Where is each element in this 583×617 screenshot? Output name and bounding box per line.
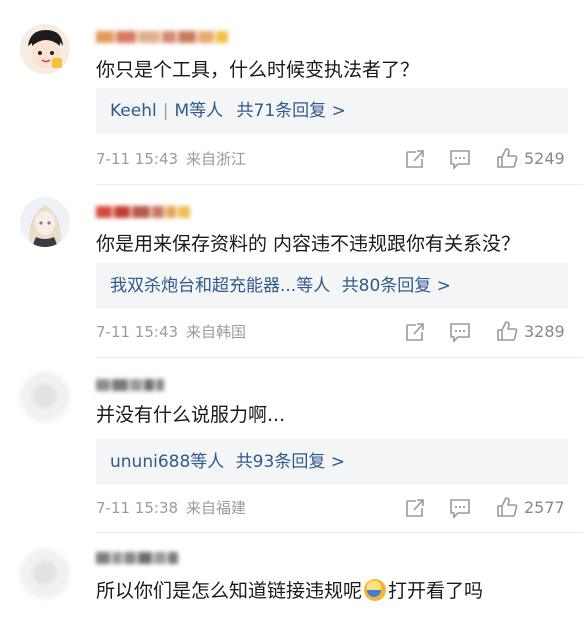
avatar[interactable] [20, 372, 70, 422]
avatar[interactable] [20, 197, 70, 247]
comment-item: 你只是个工具，什么时候变执法者了？ Keehl | M等人 共71条回复 > 7-1… [0, 0, 583, 185]
thumbs-up-icon[interactable] [496, 147, 518, 169]
avatar-image [20, 549, 70, 599]
avatar[interactable] [20, 24, 70, 74]
comment-feed: 你只是个工具，什么时候变执法者了？ Keehl | M等人 共71条回复 > 7-1… [0, 0, 583, 617]
comment-date: 7-11 15:38 [96, 499, 179, 517]
comment-text: 所以你们是怎么知道链接违规呢 打开看了吗 [96, 579, 483, 603]
comment-date: 7-11 15:43 [96, 323, 179, 341]
avatar[interactable] [20, 549, 70, 599]
comment-meta: 7-11 15:38 来自福建 [96, 498, 246, 518]
divider [96, 357, 583, 358]
comment-text: 你只是个工具，什么时候变执法者了？ [96, 59, 420, 81]
comment-text: 并没有什么说服力啊... [96, 404, 286, 426]
like-count: 3289 [524, 322, 565, 341]
share-icon[interactable] [404, 148, 426, 170]
comment-icon[interactable] [449, 321, 471, 343]
comment-source: 来自浙江 [186, 150, 247, 168]
avatar-image [20, 372, 70, 422]
share-icon[interactable] [404, 497, 426, 519]
divider [96, 532, 583, 533]
comment-text-part: 打开看了吗 [388, 580, 484, 602]
username-blurred[interactable] [96, 201, 192, 219]
reply-names: Keehl [110, 101, 157, 121]
reply-names: 我双杀炮台和超充能器...等人 [110, 276, 331, 296]
reply-separator: | [162, 101, 169, 121]
thumbs-up-icon[interactable] [496, 320, 518, 342]
comment-meta: 7-11 15:43 来自韩国 [96, 322, 246, 342]
reply-names-2: M等人 [174, 101, 224, 121]
reply-count: 共80条回复 > [341, 276, 451, 296]
crying-laugh-emoji-icon [364, 579, 387, 601]
like-count: 5249 [524, 149, 565, 168]
comment-text-part: 所以你们是怎么知道链接违规呢 [96, 580, 363, 602]
username-blurred[interactable] [96, 374, 166, 392]
avatar-image [20, 197, 70, 247]
username-blurred[interactable] [96, 547, 180, 565]
like-count: 2577 [524, 498, 565, 517]
reply-count: 共71条回复 > [236, 101, 346, 121]
reply-names: ununi688等人 [110, 452, 225, 472]
username-blurred[interactable] [96, 26, 230, 44]
reply-summary-link[interactable]: ununi688等人 共93条回复 > [96, 439, 568, 485]
share-icon[interactable] [404, 321, 426, 343]
comment-source: 来自韩国 [186, 323, 247, 341]
comment-meta: 7-11 15:43 来自浙江 [96, 149, 246, 169]
comment-source: 来自福建 [186, 499, 247, 517]
comment-text: 你是用来保存资料的 内容违不违规跟你有关系没？ [96, 233, 521, 255]
reply-summary-link[interactable]: 我双杀炮台和超充能器...等人 共80条回复 > [96, 263, 568, 309]
comment-icon[interactable] [449, 148, 471, 170]
reply-count: 共93条回复 > [235, 452, 345, 472]
reply-summary-link[interactable]: Keehl | M等人 共71条回复 > [96, 88, 568, 134]
thumbs-up-icon[interactable] [496, 496, 518, 518]
avatar-image [20, 24, 70, 74]
comment-item: 所以你们是怎么知道链接违规呢 打开看了吗 [0, 535, 583, 617]
comment-date: 7-11 15:43 [96, 150, 179, 168]
comment-icon[interactable] [449, 497, 471, 519]
comment-item: 并没有什么说服力啊... ununi688等人 共93条回复 > 7-11 15… [0, 360, 583, 535]
comment-item: 你是用来保存资料的 内容违不违规跟你有关系没？ 我双杀炮台和超充能器...等人 … [0, 185, 583, 360]
